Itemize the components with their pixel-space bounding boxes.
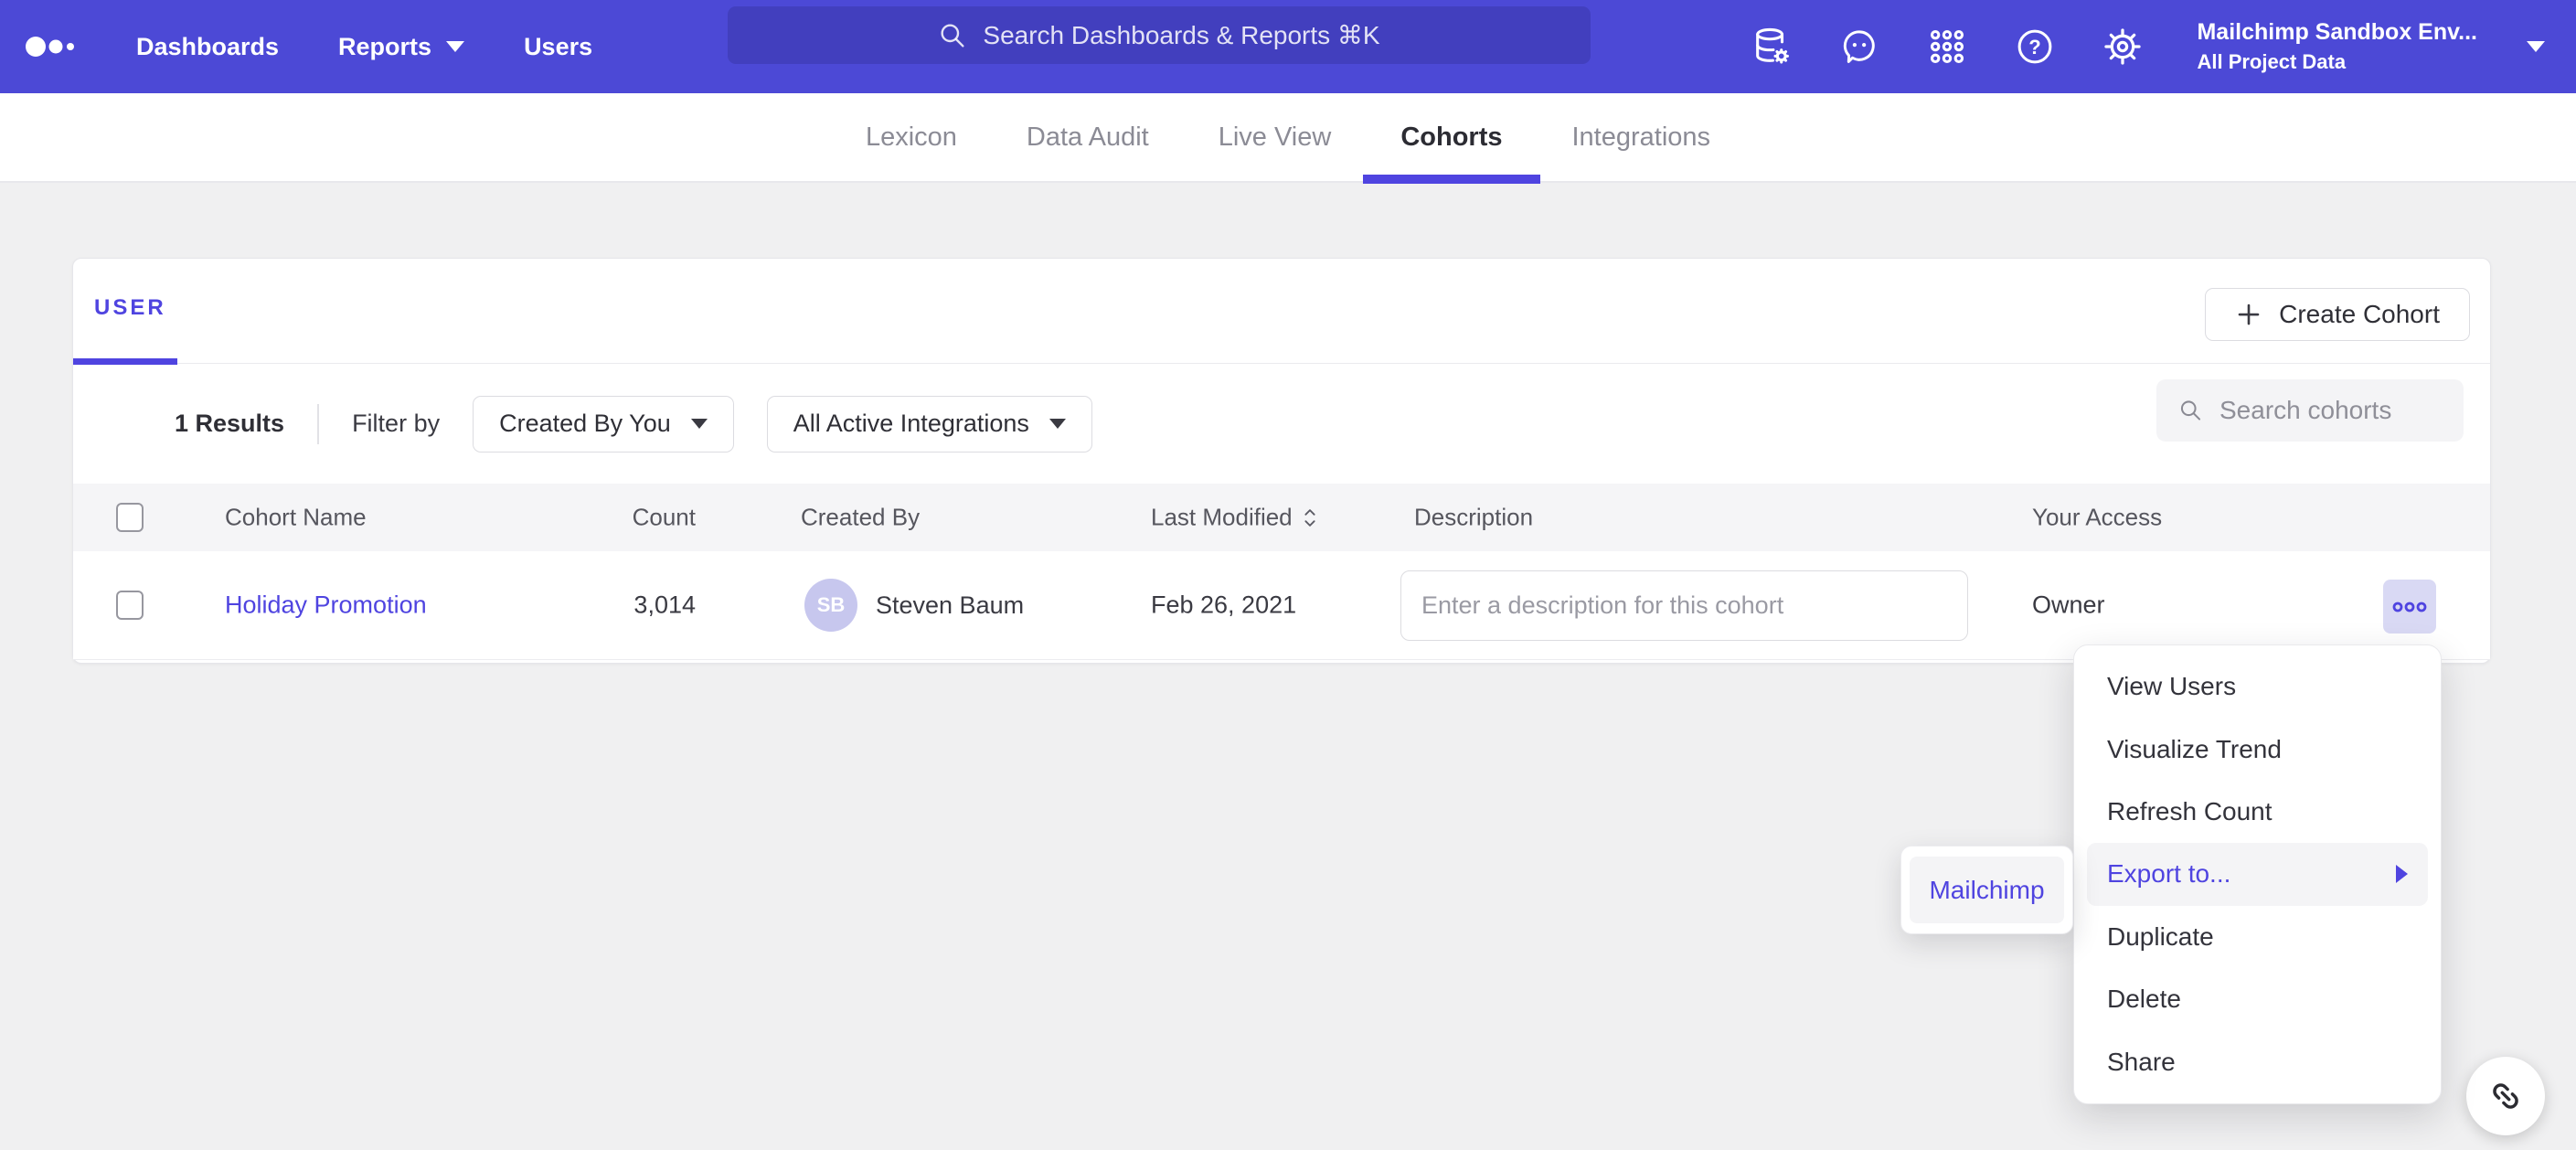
table-header: Cohort Name Count Created By Last Modifi… (73, 484, 2490, 551)
card-header: USER Create Cohort (73, 259, 2490, 364)
cohorts-card: USER Create Cohort 1 Results Filter by C… (72, 258, 2491, 664)
create-cohort-button[interactable]: Create Cohort (2205, 288, 2470, 341)
top-nav: Dashboards Reports Users Search Dashboar… (0, 0, 2576, 93)
submenu-arrow-icon (2396, 865, 2408, 883)
filter-integrations-value: All Active Integrations (793, 410, 1029, 438)
row-context-menu: View Users Visualize Trend Refresh Count… (2073, 644, 2442, 1104)
tab-live-view[interactable]: Live View (1219, 92, 1332, 182)
nav-reports-label: Reports (338, 33, 431, 61)
cohort-search[interactable] (2156, 379, 2464, 442)
header-created-by: Created By (801, 504, 920, 532)
filter-integrations-dropdown[interactable]: All Active Integrations (767, 396, 1092, 453)
menu-item-label: Visualize Trend (2107, 735, 2282, 764)
menu-item-view-users[interactable]: View Users (2074, 655, 2441, 718)
tab-lexicon[interactable]: Lexicon (866, 92, 957, 182)
tab-live-view-label: Live View (1219, 122, 1332, 153)
apps-grid-icon[interactable] (1926, 26, 1968, 68)
chevron-down-icon (446, 41, 464, 52)
global-search-bar[interactable]: Search Dashboards & Reports ⌘K (728, 6, 1591, 64)
copy-link-button[interactable] (2466, 1057, 2545, 1135)
menu-item-share[interactable]: Share (2074, 1031, 2441, 1093)
created-by-name: Steven Baum (876, 591, 1024, 620)
menu-item-delete[interactable]: Delete (2074, 968, 2441, 1030)
header-last-modified[interactable]: Last Modified (1151, 504, 1318, 532)
filter-created-by-value: Created By You (499, 410, 671, 438)
header-your-access: Your Access (2032, 504, 2162, 532)
divider (317, 404, 319, 444)
nav-dashboards[interactable]: Dashboards (136, 33, 279, 61)
cohort-count: 3,014 (512, 591, 696, 620)
menu-item-label: View Users (2107, 672, 2236, 701)
cohort-name-link[interactable]: Holiday Promotion (225, 591, 427, 620)
created-by-cell: SB Steven Baum (804, 579, 1024, 632)
nav-users[interactable]: Users (524, 33, 592, 61)
project-switcher[interactable]: Mailchimp Sandbox Env... All Project Dat… (2197, 19, 2477, 74)
tab-integrations[interactable]: Integrations (1572, 92, 1711, 182)
menu-item-label: Delete (2107, 985, 2181, 1014)
plus-icon (2235, 301, 2262, 328)
menu-item-label: Refresh Count (2107, 797, 2273, 826)
tab-data-audit[interactable]: Data Audit (1027, 92, 1149, 182)
chevron-down-icon (1049, 419, 1066, 429)
help-glyph: ? (2029, 36, 2041, 59)
header-description: Description (1414, 504, 1533, 532)
results-count: 1 Results (175, 410, 284, 438)
link-icon (2486, 1077, 2525, 1115)
submenu-item-mailchimp[interactable]: Mailchimp (1910, 857, 2064, 923)
select-all-checkbox[interactable] (116, 503, 144, 532)
menu-item-refresh-count[interactable]: Refresh Count (2074, 781, 2441, 843)
row-more-button[interactable] (2383, 580, 2436, 634)
settings-gear-icon[interactable] (2102, 26, 2144, 68)
sort-icon (1302, 506, 1318, 529)
project-scope: All Project Data (2197, 50, 2477, 74)
nav-reports[interactable]: Reports (338, 33, 464, 61)
screen: Dashboards Reports Users Search Dashboar… (0, 0, 2576, 1150)
menu-item-label: Duplicate (2107, 922, 2214, 952)
last-modified-value: Feb 26, 2021 (1151, 591, 1296, 620)
header-count: Count (512, 504, 696, 532)
chevron-down-icon (2527, 41, 2545, 52)
menu-item-visualize-trend[interactable]: Visualize Trend (2074, 718, 2441, 780)
header-cohort-name: Cohort Name (225, 504, 367, 532)
description-input[interactable] (1400, 570, 1968, 641)
nav-users-label: Users (524, 33, 592, 61)
menu-item-label: Share (2107, 1048, 2176, 1077)
more-dots-icon (2391, 600, 2428, 614)
access-value: Owner (2032, 591, 2105, 620)
global-search-placeholder: Search Dashboards & Reports ⌘K (983, 20, 1379, 50)
menu-item-duplicate[interactable]: Duplicate (2074, 906, 2441, 968)
tab-lexicon-label: Lexicon (866, 122, 957, 153)
header-last-modified-label: Last Modified (1151, 504, 1293, 532)
tab-data-audit-label: Data Audit (1027, 122, 1149, 153)
tab-user[interactable]: USER (94, 295, 166, 321)
menu-item-export-to[interactable]: Export to... (2087, 843, 2428, 905)
avatar: SB (804, 579, 857, 632)
cohort-search-input[interactable] (2219, 396, 2442, 425)
search-icon (938, 21, 967, 50)
search-icon (2178, 396, 2203, 425)
filter-row: 1 Results Filter by Created By You All A… (73, 364, 2490, 484)
feedback-icon[interactable] (1838, 26, 1880, 68)
export-submenu: Mailchimp (1900, 846, 2073, 934)
tab-cohorts[interactable]: Cohorts (1400, 92, 1502, 182)
chevron-down-icon (691, 419, 708, 429)
filter-created-by-dropdown[interactable]: Created By You (473, 396, 734, 453)
tab-integrations-label: Integrations (1572, 122, 1711, 153)
create-cohort-label: Create Cohort (2279, 300, 2440, 329)
nav-dashboards-label: Dashboards (136, 33, 279, 61)
project-name: Mailchimp Sandbox Env... (2197, 19, 2477, 46)
filter-by-label: Filter by (352, 410, 440, 438)
data-management-icon[interactable] (1751, 26, 1793, 68)
mixpanel-logo-icon[interactable] (26, 30, 77, 63)
secondary-nav: Lexicon Data Audit Live View Cohorts Int… (0, 93, 2576, 183)
menu-item-label: Export to... (2107, 859, 2230, 889)
help-icon[interactable]: ? (2014, 26, 2056, 68)
row-checkbox[interactable] (116, 591, 144, 620)
tab-cohorts-label: Cohorts (1400, 122, 1502, 153)
